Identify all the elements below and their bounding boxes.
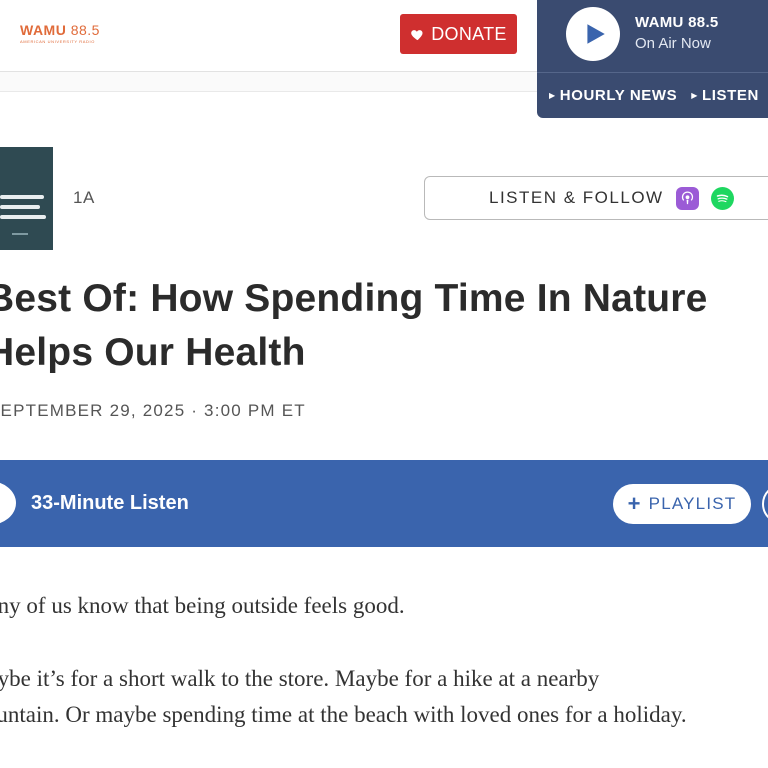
article-headline: Best Of: How Spending Time In Nature Hel… <box>0 272 768 380</box>
article-paragraph-1: Many of us know that being outside feels… <box>0 593 405 618</box>
heart-icon <box>411 29 423 40</box>
audio-player-bar: 33-Minute Listen + PLAYLIST <box>0 460 768 547</box>
podcast-glyph <box>681 191 693 204</box>
logo-number: 88.5 <box>70 22 100 38</box>
hourly-news-link[interactable]: ▶ HOURLY NEWS <box>549 87 677 104</box>
wamu-logo[interactable]: WAMU 88.5 AMERICAN UNIVERSITY RADIO <box>20 22 100 44</box>
on-air-module: WAMU 88.5 On Air Now ▶ HOURLY NEWS ▶ LISTE… <box>537 0 768 118</box>
headline-line-2: Helps Our Health <box>0 331 306 374</box>
on-air-status: On Air Now <box>635 35 711 52</box>
show-name-link[interactable]: 1A <box>73 188 95 208</box>
add-to-playlist-button[interactable]: + PLAYLIST <box>613 484 751 524</box>
paragraph-2-line-1: Maybe it’s for a short walk to the store… <box>0 666 600 691</box>
article-dateline: SEPTEMBER 29, 2025 · 3:00 PM ET <box>0 401 306 420</box>
audio-duration-label: 33-Minute Listen <box>31 492 189 514</box>
triangle-icon: ▶ <box>691 90 698 100</box>
listen-label: LISTEN <box>701 87 759 104</box>
cover-caption <box>12 233 28 235</box>
headline-line-1: Best Of: How Spending Time In Nature <box>0 277 708 320</box>
live-play-button[interactable] <box>566 7 620 61</box>
more-options-button[interactable] <box>762 484 768 524</box>
audio-play-button[interactable] <box>0 481 16 525</box>
logo-tagline: AMERICAN UNIVERSITY RADIO <box>20 39 95 44</box>
hourly-news-label: HOURLY NEWS <box>559 87 678 104</box>
cover-stripe <box>0 195 44 199</box>
playlist-label: PLAYLIST <box>648 494 737 513</box>
donate-button[interactable]: DONATE <box>400 14 517 54</box>
logo-wordmark: WAMU 88.5 <box>20 22 100 38</box>
article-paragraph-2: Maybe it’s for a short walk to the store… <box>0 661 768 733</box>
logo-name: WAMU <box>20 22 67 38</box>
paragraph-2-line-2: mountain. Or maybe spending time at the … <box>0 702 687 727</box>
play-icon <box>587 24 605 44</box>
cover-stripe <box>0 215 46 219</box>
donate-label: DONATE <box>431 23 507 44</box>
on-air-links: ▶ HOURLY NEWS ▶ LISTEN <box>537 72 768 118</box>
listen-link[interactable]: ▶ LISTEN <box>691 87 759 104</box>
apple-podcasts-icon[interactable] <box>675 186 699 210</box>
spotify-icon[interactable] <box>710 186 734 210</box>
plus-icon: + <box>627 491 642 516</box>
station-name: WAMU 88.5 <box>635 14 719 31</box>
listen-follow-button[interactable]: LISTEN & FOLLOW <box>424 176 768 220</box>
spotify-glyph <box>716 193 728 202</box>
triangle-icon: ▶ <box>549 90 556 100</box>
listen-follow-label: LISTEN & FOLLOW <box>489 188 664 207</box>
show-cover-art[interactable] <box>0 147 53 250</box>
cover-stripe <box>0 205 40 209</box>
